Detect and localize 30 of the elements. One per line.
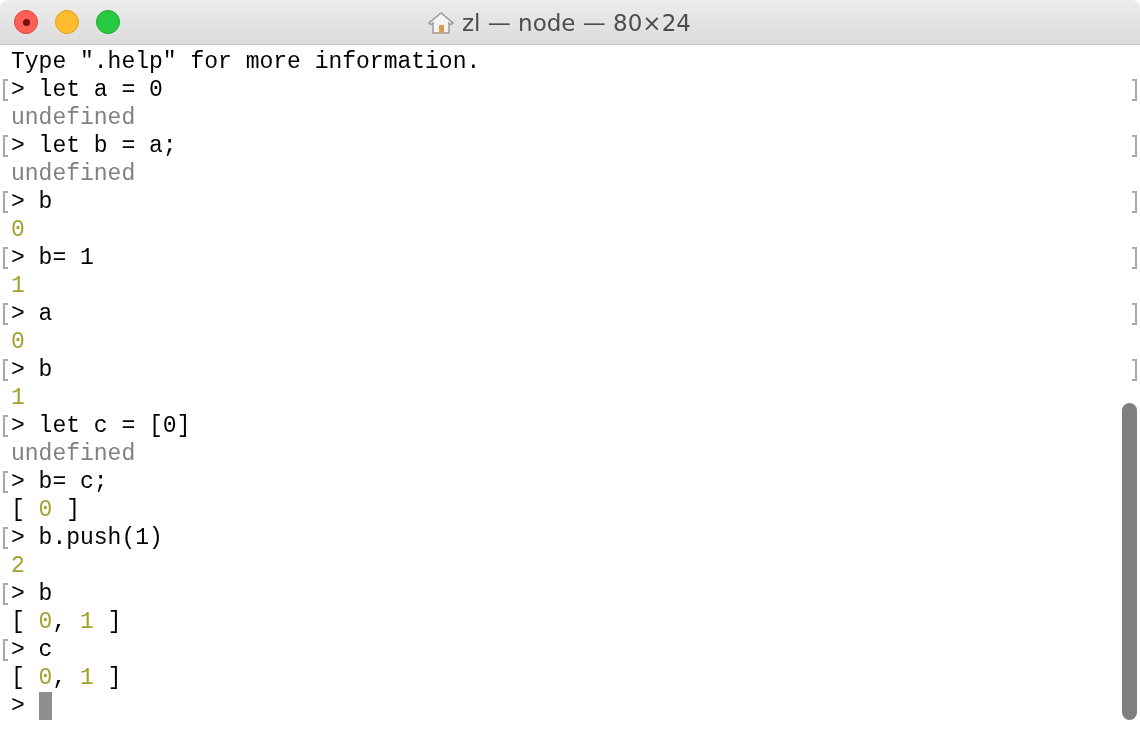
output-line: Type ".help" for more information. [11, 49, 481, 75]
command-line: > b [11, 357, 53, 383]
output-line: 0 [11, 329, 25, 355]
command-line: > b= c; [11, 469, 108, 495]
output-line: [ 0, 1 ] [11, 665, 122, 691]
output-line: 1 [11, 273, 25, 299]
command-line: > let a = 0 [11, 77, 163, 103]
scrollbar-thumb[interactable] [1122, 403, 1137, 720]
house-icon [428, 10, 454, 35]
command-line: > a [11, 301, 53, 327]
output-line: [ 0 ] [11, 497, 81, 523]
command-line: > b [11, 581, 53, 607]
command-line: > b= 1 [11, 245, 94, 271]
output-line: undefined [11, 441, 136, 467]
output-line: 1 [11, 385, 25, 411]
output-line: 2 [11, 553, 25, 579]
command-line: > b [11, 189, 53, 215]
zoom-button[interactable] [96, 10, 120, 34]
prompt-symbol: > [11, 693, 25, 719]
command-line: > b.push(1) [11, 525, 163, 551]
output-line: undefined [11, 105, 136, 131]
output-line: 0 [11, 217, 25, 243]
command-line: > let c = [0] [11, 413, 191, 439]
window-title: zl — node — 80×24 [462, 9, 691, 36]
close-button[interactable] [14, 10, 38, 34]
output-line: undefined [11, 161, 136, 187]
command-line: > c [11, 637, 53, 663]
minimize-button[interactable] [55, 10, 79, 34]
command-line: > let b = a; [11, 133, 177, 159]
output-line: [ 0, 1 ] [11, 609, 122, 635]
